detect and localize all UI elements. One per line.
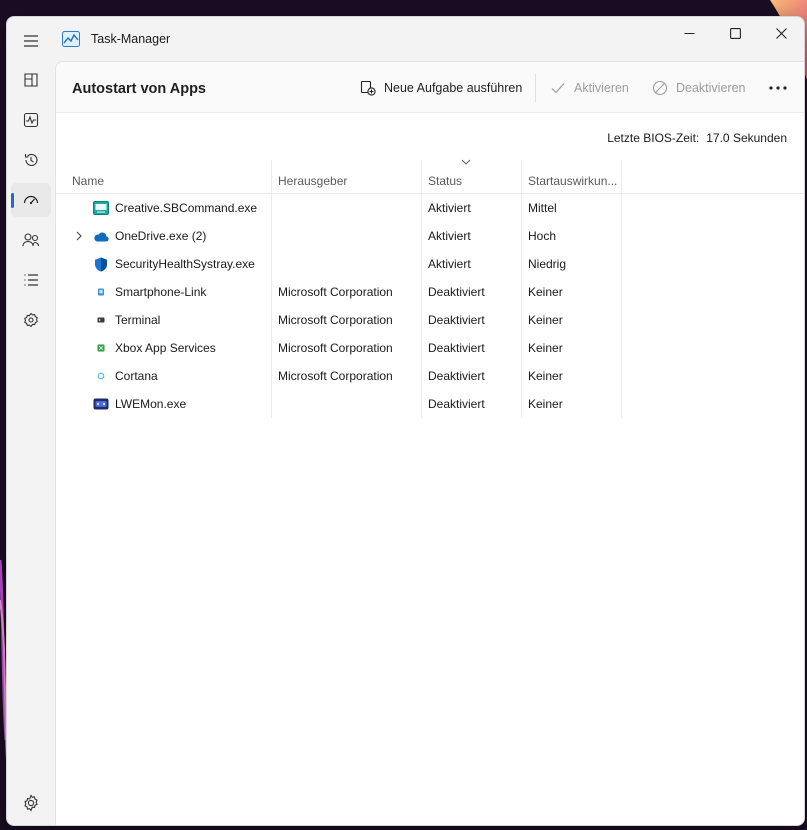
row-startup-impact: Keiner	[528, 369, 563, 383]
chevron-right-icon[interactable]	[74, 230, 84, 242]
row-startup-impact: Mittel	[528, 201, 557, 215]
bios-time-label: Letzte BIOS-Zeit:	[607, 131, 700, 145]
row-status: Deaktiviert	[428, 313, 485, 327]
row-publisher: Microsoft Corporation	[278, 341, 393, 355]
table-row[interactable]: LWEMon.exe Deaktiviert Keiner	[56, 390, 616, 418]
column-header-startup-impact[interactable]: Startauswirkun...	[528, 174, 617, 188]
settings-button[interactable]	[21, 793, 41, 813]
row-status: Aktiviert	[428, 257, 471, 271]
row-name: LWEMon.exe	[115, 397, 187, 411]
table-row[interactable]: Creative.SBCommand.exe Aktiviert Mittel	[56, 194, 616, 222]
row-name: SecurityHealthSystray.exe	[115, 257, 255, 271]
row-status: Deaktiviert	[428, 341, 485, 355]
row-startup-impact: Niedrig	[528, 257, 567, 271]
close-button[interactable]	[758, 19, 804, 47]
more-options-button[interactable]	[766, 75, 790, 101]
table-row[interactable]: Cortana Microsoft Corporation Deaktivier…	[56, 362, 616, 390]
onedrive-cloud-icon	[93, 229, 109, 243]
performance-icon	[23, 112, 39, 128]
nav-processes[interactable]	[11, 63, 51, 97]
table-row[interactable]: Smartphone-Link Microsoft Corporation De…	[56, 278, 616, 306]
bios-time: Letzte BIOS-Zeit: 17.0 Sekunden	[607, 131, 787, 145]
row-status: Aktiviert	[428, 229, 471, 243]
row-status: Aktiviert	[428, 201, 471, 215]
main-content: Autostart von Apps Neue Aufgabe ausführe…	[55, 61, 804, 825]
nav-details[interactable]	[11, 263, 51, 297]
page-title: Autostart von Apps	[72, 81, 206, 97]
active-indicator	[11, 193, 14, 208]
creative-app-icon	[93, 201, 109, 215]
row-publisher: Microsoft Corporation	[278, 313, 393, 327]
activate-button[interactable]: Aktivieren	[550, 74, 629, 102]
row-startup-impact: Keiner	[528, 285, 563, 299]
details-icon	[24, 274, 38, 286]
run-new-task-button[interactable]: Neue Aufgabe ausführen	[360, 74, 522, 102]
column-header-publisher[interactable]: Herausgeber	[278, 174, 347, 188]
table-row[interactable]: Xbox App Services Microsoft Corporation …	[56, 334, 616, 362]
sort-chevron-down-icon	[461, 159, 471, 165]
table-row[interactable]: SecurityHealthSystray.exe Aktiviert Nied…	[56, 250, 616, 278]
row-name: Creative.SBCommand.exe	[115, 201, 258, 215]
lwemon-app-icon	[93, 397, 109, 411]
xbox-icon	[93, 341, 109, 355]
nav-startup-apps[interactable]	[11, 183, 51, 217]
task-manager-window: Task-Manager Autostart von Apps Neue Auf…	[6, 16, 805, 826]
phone-link-icon	[93, 285, 109, 299]
activate-label: Aktivieren	[574, 81, 629, 95]
checkmark-icon	[551, 83, 565, 94]
services-icon	[24, 312, 38, 328]
nav-performance[interactable]	[11, 103, 51, 137]
gear-icon	[24, 794, 38, 812]
column-header-name[interactable]: Name	[72, 174, 104, 188]
nav-app-history[interactable]	[11, 143, 51, 177]
nav-users[interactable]	[11, 223, 51, 257]
row-status: Deaktiviert	[428, 397, 485, 411]
row-name: Smartphone-Link	[115, 285, 207, 299]
security-shield-icon	[93, 257, 109, 271]
row-name: Cortana	[115, 369, 158, 383]
row-publisher: Microsoft Corporation	[278, 285, 393, 299]
bios-time-value: 17.0 Sekunden	[706, 131, 787, 145]
terminal-icon	[93, 313, 109, 327]
cortana-icon	[93, 369, 109, 383]
ellipsis-icon	[769, 86, 787, 90]
deactivate-label: Deaktivieren	[676, 81, 746, 95]
hamburger-menu-icon[interactable]	[15, 29, 47, 53]
history-icon	[24, 153, 38, 166]
task-manager-app-icon	[62, 31, 80, 47]
title-bar: Task-Manager	[7, 17, 804, 61]
row-startup-impact: Keiner	[528, 313, 563, 327]
deactivate-button[interactable]: Deaktivieren	[652, 74, 745, 102]
column-header-status[interactable]: Status	[428, 174, 462, 188]
row-name: Xbox App Services	[115, 341, 216, 355]
run-new-task-label: Neue Aufgabe ausführen	[384, 81, 523, 95]
new-task-icon	[360, 80, 376, 96]
minimize-button[interactable]	[666, 19, 712, 47]
row-name: OneDrive.exe (2)	[115, 229, 207, 243]
users-icon	[22, 233, 40, 247]
row-name: Terminal	[115, 313, 161, 327]
toolbar-divider	[535, 74, 536, 102]
row-startup-impact: Keiner	[528, 341, 563, 355]
row-startup-impact: Keiner	[528, 397, 563, 411]
column-divider[interactable]	[621, 160, 622, 418]
window-title: Task-Manager	[91, 32, 171, 46]
row-status: Deaktiviert	[428, 285, 485, 299]
nav-services[interactable]	[11, 303, 51, 337]
navigation-sidebar	[7, 61, 55, 825]
maximize-button[interactable]	[712, 19, 758, 47]
processes-icon	[24, 73, 38, 87]
row-status: Deaktiviert	[428, 369, 485, 383]
disabled-circle-icon	[652, 80, 668, 96]
table-row[interactable]: Terminal Microsoft Corporation Deaktivie…	[56, 306, 616, 334]
row-startup-impact: Hoch	[528, 229, 557, 243]
startup-icon	[23, 195, 39, 205]
table-row[interactable]: OneDrive.exe (2) Aktiviert Hoch	[56, 222, 616, 250]
row-publisher: Microsoft Corporation	[278, 369, 393, 383]
command-bar: Autostart von Apps Neue Aufgabe ausführe…	[56, 62, 804, 113]
